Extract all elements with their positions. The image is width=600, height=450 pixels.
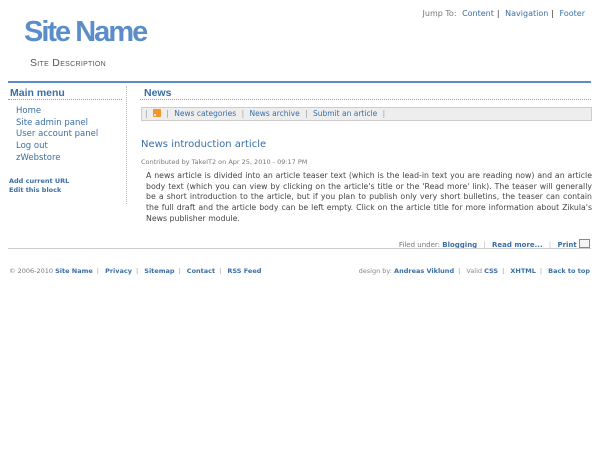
block-admin-links: Add current URL Edit this block bbox=[9, 177, 69, 195]
footer-sitemap-link[interactable]: Sitemap bbox=[144, 267, 174, 275]
jump-navigation-link[interactable]: Navigation bbox=[505, 9, 548, 18]
footer-rss-link[interactable]: RSS Feed bbox=[227, 267, 261, 275]
site-description: Site Description bbox=[30, 57, 106, 69]
rss-icon[interactable] bbox=[152, 109, 161, 117]
news-nav-bar: | | News categories | News archive | Sub… bbox=[141, 107, 592, 121]
menu-item-site-admin[interactable]: Site admin panel bbox=[16, 118, 98, 130]
footer-left: © 2006-2010 Site Name | Privacy | Sitemap |… bbox=[9, 267, 262, 275]
article-title[interactable]: News introduction article bbox=[141, 139, 266, 150]
edit-block-link[interactable]: Edit this block bbox=[9, 186, 69, 195]
article-teaser: A news article is divided into an articl… bbox=[146, 171, 592, 223]
menu-item-user-account[interactable]: User account panel bbox=[16, 129, 98, 141]
news-section-title: News bbox=[144, 87, 172, 99]
jump-content-link[interactable]: Content bbox=[462, 9, 494, 18]
valid-css-link[interactable]: CSS bbox=[484, 267, 498, 275]
back-to-top-link[interactable]: Back to top bbox=[548, 267, 590, 275]
footer-right: design by: Andreas Viklund | Valid CSS | X… bbox=[358, 267, 590, 275]
jump-to-nav: Jump To: Content | Navigation | Footer bbox=[422, 9, 585, 18]
printer-icon[interactable] bbox=[579, 239, 590, 248]
news-archive-link[interactable]: News archive bbox=[250, 109, 300, 118]
news-categories-link[interactable]: News categories bbox=[174, 109, 236, 118]
menu-item-home[interactable]: Home bbox=[16, 106, 98, 118]
menu-item-zwebstore[interactable]: zWebstore bbox=[16, 153, 98, 165]
footer-contact-link[interactable]: Contact bbox=[187, 267, 215, 275]
valid-label: Valid bbox=[466, 267, 483, 275]
content-divider bbox=[8, 248, 591, 249]
main-menu-title: Main menu bbox=[10, 87, 65, 99]
main-menu: Home Site admin panel User account panel… bbox=[16, 106, 98, 165]
valid-xhtml-link[interactable]: XHTML bbox=[510, 267, 536, 275]
jump-to-label: Jump To: bbox=[422, 9, 457, 18]
header-divider bbox=[8, 81, 591, 83]
menu-item-log-out[interactable]: Log out bbox=[16, 141, 98, 153]
footer-site-name-link[interactable]: Site Name bbox=[55, 267, 93, 275]
article-byline: Contributed by TakeIT2 on Apr 25, 2010 -… bbox=[141, 158, 308, 166]
design-by-label: design by: bbox=[358, 267, 392, 275]
copyright-text: © 2006-2010 bbox=[9, 267, 53, 275]
site-name[interactable]: Site Name bbox=[24, 16, 148, 49]
menu-title-divider bbox=[8, 99, 122, 100]
footer-privacy-link[interactable]: Privacy bbox=[105, 267, 132, 275]
jump-footer-link[interactable]: Footer bbox=[560, 9, 585, 18]
news-title-divider bbox=[140, 99, 591, 100]
add-current-url-link[interactable]: Add current URL bbox=[9, 177, 69, 186]
designer-link[interactable]: Andreas Viklund bbox=[394, 267, 454, 275]
submit-article-link[interactable]: Submit an article bbox=[313, 109, 377, 118]
